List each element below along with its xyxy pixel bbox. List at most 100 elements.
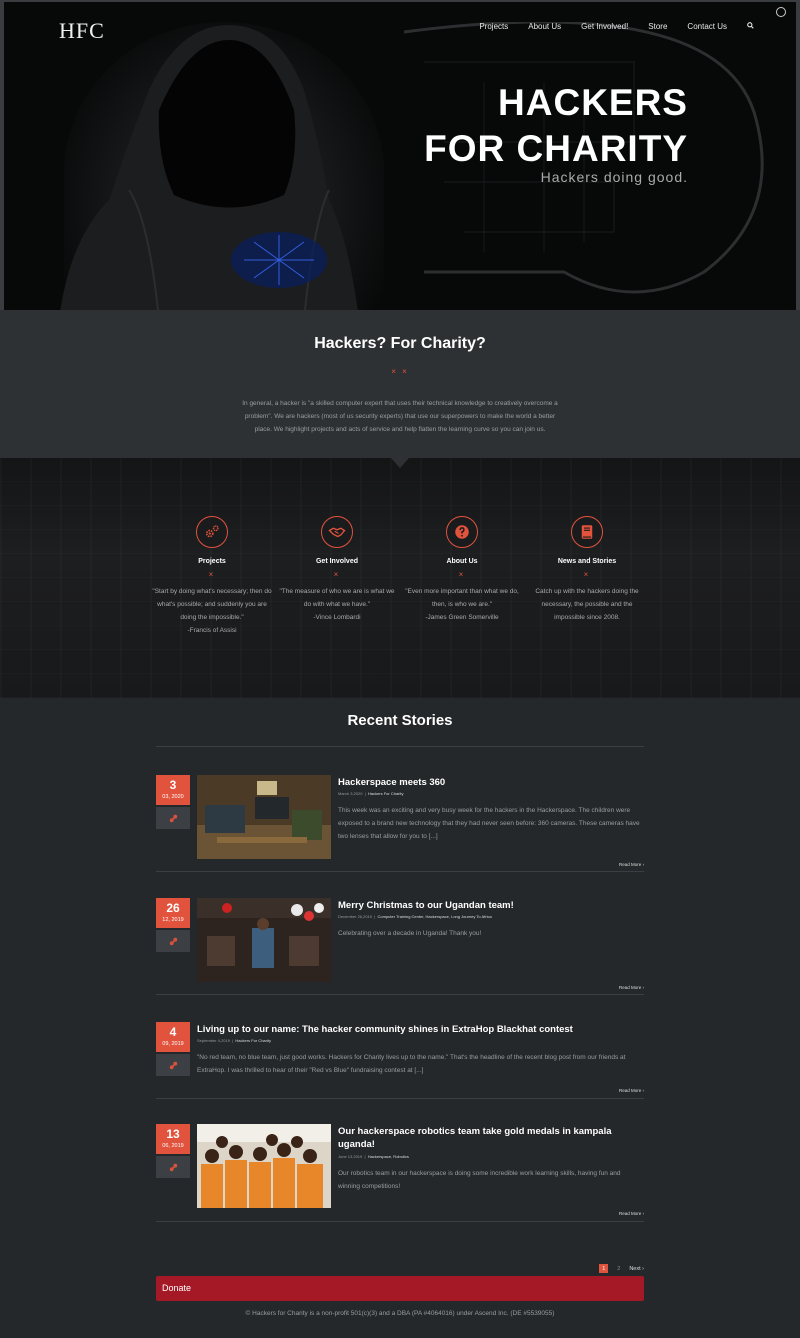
- read-more-link[interactable]: Read More ›: [619, 1088, 644, 1093]
- nav-contact-us[interactable]: Contact Us: [687, 22, 727, 31]
- story-categories[interactable]: Computer Training Center, Hackerspace, L…: [378, 914, 492, 919]
- footer-text: © Hackers for Charity is a non-profit 50…: [245, 1310, 555, 1317]
- nav-projects[interactable]: Projects: [479, 22, 508, 31]
- read-more-label: Read More: [618, 1211, 642, 1216]
- question-icon: [446, 516, 478, 548]
- features-section: Projects × "Start by doing what's necess…: [0, 458, 800, 698]
- story-item: 4 09, 2019 Living up to our name: The ha…: [156, 1022, 644, 1097]
- story-item: 3 03, 2020 Hackerspace meets 360 March 3…: [156, 775, 644, 870]
- story-excerpt: "No red team, no blue team, just good wo…: [197, 1054, 626, 1074]
- logo[interactable]: HFC: [59, 18, 105, 44]
- story-title[interactable]: Merry Christmas to our Ugandan team!: [338, 899, 514, 912]
- story-day: 13: [166, 1127, 180, 1141]
- story-date: March 3,2020: [338, 791, 363, 796]
- divider: [156, 1221, 644, 1222]
- search-icon[interactable]: [747, 22, 754, 31]
- story-meta: September 4,2019 | Hackers For Charity: [197, 1038, 271, 1043]
- story-month: 09, 2019: [162, 1041, 184, 1047]
- story-day: 4: [169, 1025, 177, 1039]
- read-more-link[interactable]: Read More ›: [619, 862, 644, 867]
- story-categories[interactable]: Hackerspace, Robotics: [368, 1154, 409, 1159]
- hero-subtitle: Hackers doing good.: [540, 169, 688, 185]
- story-month: 06, 2019: [162, 1143, 184, 1149]
- quote-author: -James Green Somerville: [425, 614, 499, 621]
- feature-title: News and Stories: [557, 558, 617, 565]
- next-label: Next: [629, 1265, 641, 1272]
- story-categories[interactable]: Hackers For Charity: [368, 791, 404, 796]
- link-icon[interactable]: [156, 1054, 190, 1076]
- quote-text: "The measure of who we are is what we do…: [279, 588, 395, 608]
- story-month: 12, 2019: [162, 917, 184, 923]
- hero-title: HACKERS FOR CHARITY: [424, 80, 688, 172]
- story-thumbnail[interactable]: [197, 1124, 331, 1208]
- quote-author: -Vince Lombardi: [313, 614, 361, 621]
- intro-heading: Hackers? For Charity?: [314, 335, 486, 352]
- story-item: 26 12, 2019 Merry Christmas to our Ugand…: [156, 898, 644, 993]
- story-excerpt: Celebrating over a decade in Uganda! Tha…: [338, 930, 482, 937]
- read-more-label: Read More: [618, 985, 642, 990]
- quote-text: Catch up with the hackers doing the nece…: [535, 588, 639, 621]
- feature-projects[interactable]: Projects × "Start by doing what's necess…: [152, 516, 272, 637]
- gears-icon: [196, 516, 228, 548]
- story-day: 26: [166, 901, 180, 915]
- circle-icon[interactable]: [776, 7, 786, 17]
- intro-text: In general, a hacker is "a skilled compu…: [242, 400, 558, 433]
- section-arrow: [391, 458, 409, 468]
- divider: [156, 746, 644, 747]
- nav-about-us[interactable]: About Us: [528, 22, 561, 31]
- feature-quote: "The measure of who we are is what we do…: [277, 585, 397, 624]
- story-item: 13 06, 2019 Our hackerspace robotics tea…: [156, 1124, 644, 1219]
- story-meta: December 26,2019 | Computer Training Cen…: [338, 914, 492, 919]
- nav-store[interactable]: Store: [648, 22, 667, 31]
- story-categories[interactable]: Hackers For Charity: [235, 1038, 271, 1043]
- feature-quote: Catch up with the hackers doing the nece…: [527, 585, 647, 624]
- recent-stories-heading: Recent Stories: [347, 712, 453, 729]
- story-thumbnail[interactable]: [197, 775, 331, 859]
- story-title[interactable]: Living up to our name: The hacker commun…: [197, 1023, 573, 1036]
- feature-title: Get Involved: [315, 558, 358, 565]
- story-date-badge: 4 09, 2019: [156, 1022, 190, 1052]
- story-date: September 4,2019: [197, 1038, 230, 1043]
- read-more-label: Read More: [618, 862, 642, 867]
- next-page-link[interactable]: Next ›: [629, 1266, 644, 1272]
- handshake-icon: [321, 516, 353, 548]
- hooded-hacker-image: [60, 25, 358, 310]
- hero-banner: HFC Projects About Us Get Involved! Stor…: [0, 0, 800, 310]
- hero-title-line1: HACKERS: [498, 82, 688, 123]
- feature-quote: "Start by doing what's necessary; then d…: [152, 585, 272, 637]
- link-icon[interactable]: [156, 930, 190, 952]
- feature-get-involved[interactable]: Get Involved × "The measure of who we ar…: [277, 516, 397, 624]
- story-title[interactable]: Hackerspace meets 360: [338, 776, 445, 789]
- story-month: 03, 2020: [162, 794, 184, 800]
- hero-title-line2: FOR CHARITY: [424, 128, 688, 169]
- intro-section: Hackers? For Charity? × × In general, a …: [0, 310, 800, 458]
- story-day: 3: [169, 778, 177, 792]
- donate-button[interactable]: Donate: [156, 1276, 644, 1301]
- book-icon: [571, 516, 603, 548]
- quote-text: "Start by doing what's necessary; then d…: [152, 588, 272, 621]
- feature-about-us[interactable]: About Us × "Even more important than wha…: [402, 516, 522, 624]
- read-more-label: Read More: [618, 1088, 642, 1093]
- story-date-badge: 13 06, 2019: [156, 1124, 190, 1154]
- story-excerpt: This week was an exciting and very busy …: [338, 807, 640, 840]
- page-2[interactable]: 2: [614, 1264, 623, 1273]
- link-icon[interactable]: [156, 807, 190, 829]
- story-thumbnail[interactable]: [197, 898, 331, 982]
- feature-news-and-stories[interactable]: News and Stories × Catch up with the hac…: [527, 516, 647, 624]
- background-texture: [0, 458, 800, 698]
- page-current[interactable]: 1: [599, 1264, 609, 1273]
- divider: [156, 871, 644, 872]
- main-nav: Projects About Us Get Involved! Store Co…: [479, 22, 754, 31]
- story-title[interactable]: Our hackerspace robotics team take gold …: [338, 1125, 644, 1151]
- pagination: 1 2 Next ›: [599, 1264, 644, 1273]
- quote-author: -Francis of Assisi: [187, 627, 237, 634]
- separator-icon: ×: [458, 570, 466, 579]
- story-date: December 26,2019: [338, 914, 373, 919]
- read-more-link[interactable]: Read More ›: [619, 985, 644, 990]
- read-more-link[interactable]: Read More ›: [619, 1211, 644, 1216]
- feature-title: About Us: [446, 558, 478, 565]
- link-icon[interactable]: [156, 1156, 190, 1178]
- nav-get-involved[interactable]: Get Involved!: [581, 22, 628, 31]
- separator-icon: ×: [208, 570, 216, 579]
- story-date: June 13,2019: [338, 1154, 363, 1159]
